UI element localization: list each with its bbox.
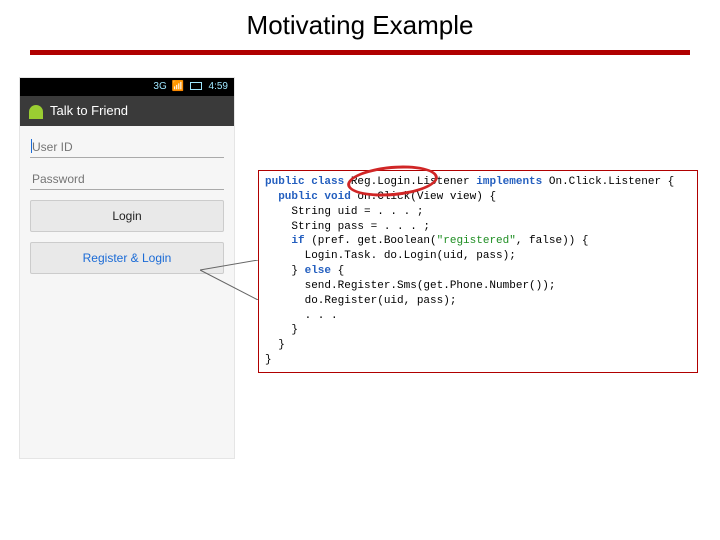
code-block: public class Reg.Login.Listener implemen… bbox=[265, 175, 691, 368]
text-cursor-icon bbox=[31, 139, 32, 153]
android-icon bbox=[28, 103, 44, 119]
password-field-wrap bbox=[30, 168, 224, 190]
slide-title: Motivating Example bbox=[0, 10, 720, 41]
user-id-input[interactable] bbox=[30, 136, 224, 158]
app-bar: Talk to Friend bbox=[20, 96, 234, 126]
app-title: Talk to Friend bbox=[50, 96, 128, 126]
status-bar: 3G 📶 4:59 bbox=[20, 78, 234, 96]
status-time: 4:59 bbox=[209, 81, 228, 92]
register-login-button[interactable]: Register & Login bbox=[30, 242, 224, 274]
battery-icon bbox=[190, 82, 202, 90]
phone-screenshot: 3G 📶 4:59 Talk to Friend Login Register … bbox=[20, 78, 234, 458]
code-callout: public class Reg.Login.Listener implemen… bbox=[258, 170, 698, 373]
title-divider bbox=[30, 50, 690, 55]
slide: Motivating Example 3G 📶 4:59 Talk to Fri… bbox=[0, 0, 720, 540]
password-input[interactable] bbox=[30, 168, 224, 190]
user-id-field-wrap bbox=[30, 136, 224, 158]
login-button[interactable]: Login bbox=[30, 200, 224, 232]
status-signal-label: 3G bbox=[153, 81, 166, 92]
